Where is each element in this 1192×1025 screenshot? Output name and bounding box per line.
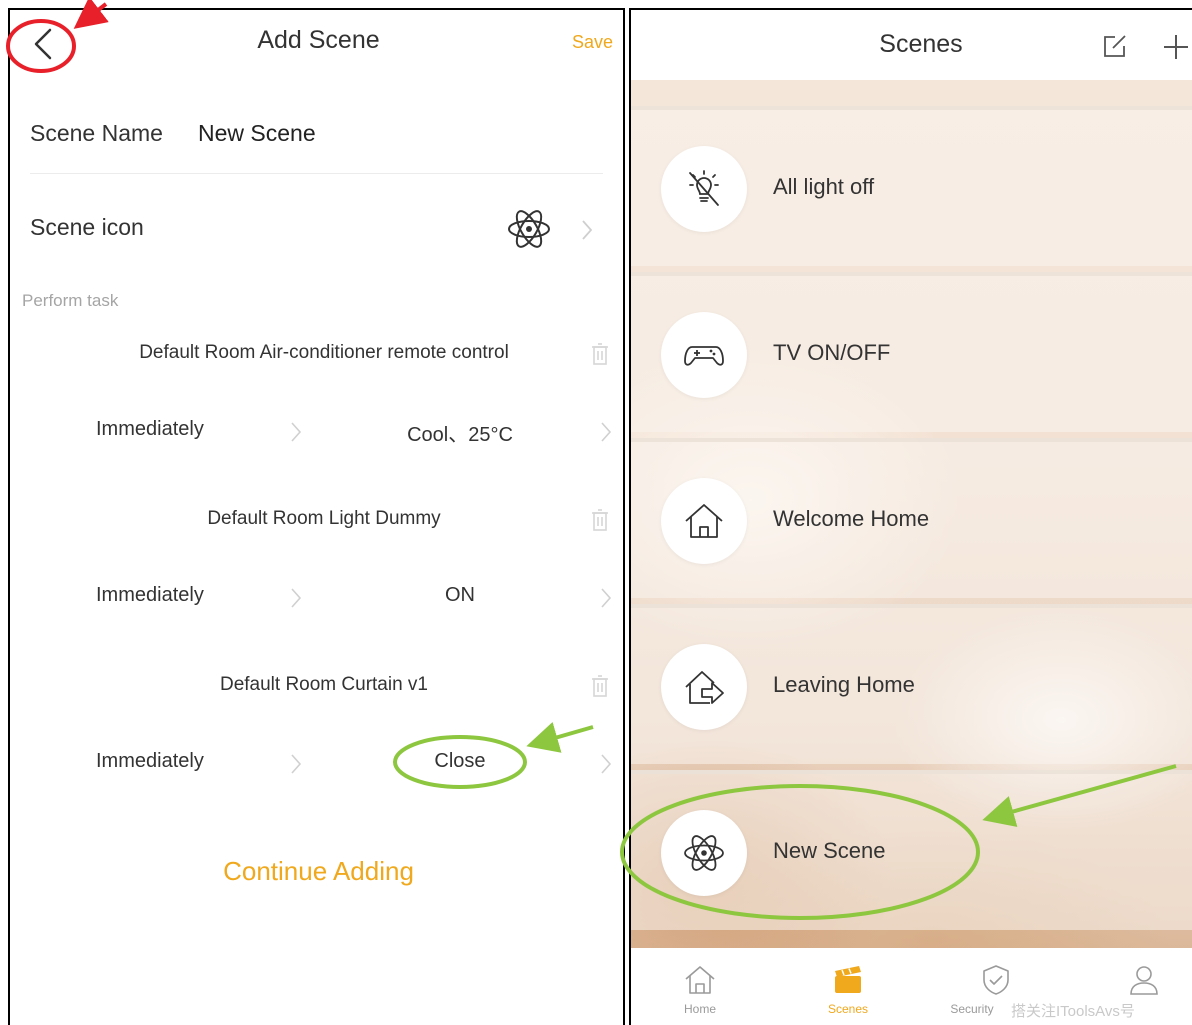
scene-name: New Scene [773,838,886,863]
scene-name: Welcome Home [773,506,930,531]
tab-bar: Home Scenes Security 搭关注IToolsAvs号 [631,948,1192,1025]
tab-scenes[interactable]: Scenes [793,948,903,1025]
atom-icon [508,210,550,248]
scene-name-label: Scene Name [30,120,163,146]
scene-icon-circle [661,644,747,730]
chevron-right-icon [601,422,612,442]
scenes-screen: Scenes All light off TV ON/OFF Welcome H… [629,8,1192,1025]
tab-label: Scenes [827,1002,869,1016]
add-scene-screen: Add Scene Save Scene Name New Scene Scen… [8,8,625,1025]
scenes-header: Scenes [631,10,1192,80]
task-title: Default Room Air-conditioner remote cont… [139,342,509,363]
chevron-right-icon [601,588,612,608]
task-timing[interactable]: Immediately [96,750,204,773]
continue-adding-button[interactable]: Continue Adding [10,856,623,887]
scenes-tab-icon [835,966,861,993]
chevron-right-icon [582,220,593,240]
trash-icon[interactable] [590,342,610,366]
trash-icon[interactable] [590,508,610,532]
gamepad-icon [684,346,724,366]
scene-icon-circle [661,810,747,896]
task-timing[interactable]: Immediately [96,584,204,607]
scene-item-leaving-home[interactable]: Leaving Home [631,604,1192,764]
perform-task-heading: Perform task [22,291,119,310]
home-tab-icon [685,966,715,994]
task-value[interactable]: Cool、25°C [390,418,530,447]
page-title: Add Scene [257,26,380,54]
scene-name: All light off [773,174,875,199]
scene-name-row[interactable]: Scene Name New Scene [30,104,603,174]
task-value[interactable]: Close [390,750,530,773]
task-value[interactable]: ON [390,584,530,607]
light-off-icon [689,170,719,206]
person-icon [1130,966,1158,995]
scene-item-all-light-off[interactable]: All light off [631,106,1192,266]
trash-icon[interactable] [590,674,610,698]
scene-icon-circle [661,312,747,398]
scene-item-welcome-home[interactable]: Welcome Home [631,438,1192,598]
scene-icon-circle [661,146,747,232]
plus-icon[interactable] [1161,32,1191,62]
shield-icon [983,965,1009,995]
tab-home[interactable]: Home [645,948,755,1025]
scene-name: Leaving Home [773,672,915,697]
add-scene-header: Add Scene Save [10,10,623,74]
task-title: Default Room Curtain v1 [219,674,429,695]
chevron-right-icon [601,754,612,774]
scene-icon-row[interactable]: Scene icon [30,190,603,270]
task-title: Default Room Light Dummy [207,508,441,529]
edit-icon[interactable] [1101,32,1129,60]
scene-icon-label: Scene icon [30,214,144,240]
chevron-right-icon [291,754,302,774]
watermark-text: 搭关注IToolsAvs号 [1011,1003,1135,1020]
scene-name: TV ON/OFF [773,340,891,365]
scene-name-input[interactable]: New Scene [198,120,316,147]
chevron-right-icon [291,422,302,442]
chevron-right-icon [291,588,302,608]
leave-home-icon [685,671,724,704]
task-timing[interactable]: Immediately [96,418,204,441]
scene-icon-circle [661,478,747,564]
home-icon [685,504,723,538]
atom-icon [684,835,724,871]
save-button[interactable]: Save [572,32,613,53]
scene-item-new-scene[interactable]: New Scene [631,770,1192,930]
tab-label: Home [683,1002,716,1016]
scene-item-tv-on-off[interactable]: TV ON/OFF [631,272,1192,432]
